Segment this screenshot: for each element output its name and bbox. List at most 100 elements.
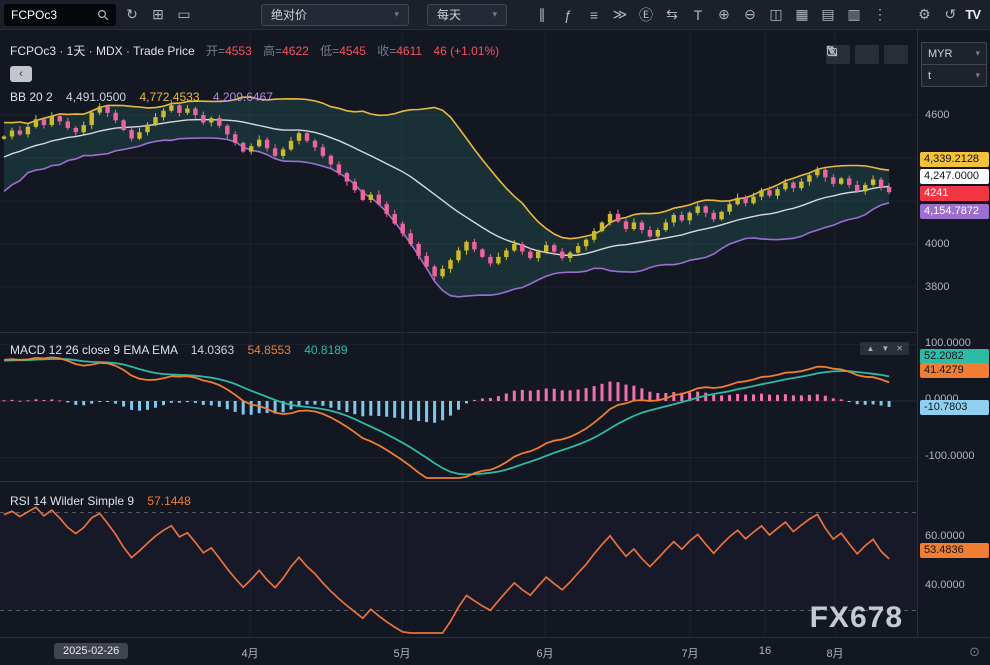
axis-tick: 4000 (925, 238, 949, 250)
chevron-down-icon: ▾ (394, 9, 399, 20)
unit-value: t (928, 70, 931, 82)
time-axis-tick: 7月 (681, 645, 698, 661)
macd-hist-value: 14.0363 (191, 343, 234, 357)
macd-line-value: 54.8553 (247, 343, 290, 357)
events-icon[interactable]: Ⓔ (633, 2, 659, 28)
price-label: 4,247.0000 (920, 169, 989, 184)
snapshot-icon[interactable]: ◫ (763, 2, 789, 28)
more-icon[interactable]: ⋮ (867, 2, 893, 28)
bb-title[interactable]: BB 20 2 (10, 90, 53, 104)
rsi-value-label: 53.4836 (920, 543, 989, 558)
low-label: 低= (320, 44, 339, 58)
axis-tick: 60.0000 (925, 530, 965, 542)
undo-icon[interactable]: ↺ (937, 2, 963, 28)
open-label: 开= (206, 44, 225, 58)
bb-basis-value: 4,491.0500 (66, 90, 126, 104)
interval-dropdown[interactable]: 每天 ▾ (427, 4, 507, 26)
zoom-in-icon[interactable]: ⊕ (711, 2, 737, 28)
rsi-pane: RSI 14 Wilder Simple 9 57.1448 FX678 (0, 481, 917, 637)
axis-tick: 40.0000 (925, 579, 965, 591)
macd-value-label: 52.2082 (920, 349, 989, 364)
pane-close-icon[interactable]: ✕ (896, 344, 903, 353)
interval-value: 每天 (437, 6, 461, 23)
price-label: 4,154.7872 (920, 204, 989, 219)
close-value: 4611 (396, 44, 422, 58)
close-label: 收= (377, 44, 396, 58)
zoom-out-icon[interactable]: ⊖ (737, 2, 763, 28)
trading-app: FCPOc3 ↻⊞▭ 绝对价 ▾ 每天 ▾ ∥ƒ≡≫Ⓔ⇆T⊕⊖◫▦▤▥⋮ ⚙↺ … (0, 0, 990, 665)
high-value: 4622 (282, 44, 309, 58)
main-chart-pane: FCPOc3 · 1天 · MDX · Trade Price 开=4553 高… (0, 30, 917, 332)
time-axis[interactable]: 2025-02-26 4月 5月 6月 7月 16 8月 ⊙ (0, 637, 990, 665)
rsi-legend: RSI 14 Wilder Simple 9 57.1448 (10, 494, 191, 508)
fx678-watermark: FX678 (810, 601, 903, 635)
add-symbol-icon[interactable]: ⊞ (145, 2, 171, 28)
layout-grid-icon[interactable]: ▦ (789, 2, 815, 28)
axis-tick: -100.0000 (925, 450, 975, 462)
time-axis-tick: 16 (759, 645, 771, 657)
currency-value: MYR (928, 48, 952, 60)
legend-symbol-title[interactable]: FCPOc3 · 1天 · MDX · Trade Price (10, 44, 195, 58)
currency-dropdown[interactable]: MYR ▾ (922, 43, 986, 64)
high-label: 高= (263, 44, 282, 58)
back-button[interactable]: ‹ (10, 66, 32, 82)
price-label: 4241 (920, 186, 989, 201)
toolbar-mid-icons: ∥ƒ≡≫Ⓔ⇆T⊕⊖◫▦▤▥⋮ (529, 2, 893, 28)
axis-tick: 4600 (925, 109, 949, 121)
time-axis-tick: 5月 (393, 645, 410, 661)
pane-controls: ▲ ▼ ✕ (860, 342, 909, 355)
chart-action-buttons (826, 45, 908, 64)
main-legend: FCPOc3 · 1天 · MDX · Trade Price 开=4553 高… (10, 42, 499, 59)
crosshair-date-label: 2025-02-26 (54, 643, 128, 659)
macd-title[interactable]: MACD 12 26 close 9 EMA EMA (10, 343, 177, 357)
axis-tick: 3800 (925, 281, 949, 293)
rsi-value: 57.1448 (147, 494, 190, 508)
chevron-down-icon: ▾ (492, 9, 497, 20)
price-mode-dropdown[interactable]: 绝对价 ▾ (261, 4, 409, 26)
low-value: 4545 (339, 44, 366, 58)
camera-icon (826, 45, 838, 57)
text-tool-icon[interactable]: T (685, 2, 711, 28)
bb-lower-value: 4,209.6467 (213, 90, 273, 104)
folder-icon[interactable]: ▭ (171, 2, 197, 28)
scale-unit-box: MYR ▾ t ▾ (921, 42, 987, 87)
pane-move-up-icon[interactable]: ▲ (866, 344, 874, 353)
fullscreen-button[interactable] (855, 45, 879, 64)
toolbar-right-icons: ⚙↺ TV (911, 2, 986, 28)
pane-move-down-icon[interactable]: ▼ (881, 344, 889, 353)
open-value: 4553 (225, 44, 252, 58)
macd-signal-value: 40.8189 (304, 343, 347, 357)
price-label: 4,339.2128 (920, 152, 989, 167)
candlestick-chart[interactable] (0, 30, 917, 332)
snapshot-button[interactable] (884, 45, 908, 64)
macd-value-label: 41.4279 (920, 363, 989, 378)
bb-legend: BB 20 2 4,491.0500 4,772.4533 4,209.6467 (10, 90, 273, 104)
macd-pane: MACD 12 26 close 9 EMA EMA 14.0363 54.85… (0, 332, 917, 481)
change-value: 46 (+1.01%) (433, 44, 499, 58)
time-axis-tick: 4月 (241, 645, 258, 661)
chart-style-icon[interactable]: ▥ (841, 2, 867, 28)
rsi-title[interactable]: RSI 14 Wilder Simple 9 (10, 494, 134, 508)
search-icon[interactable] (97, 9, 109, 21)
time-axis-tick: 8月 (826, 645, 843, 661)
candles-icon[interactable]: ∥ (529, 2, 555, 28)
layers-icon[interactable]: ≫ (607, 2, 633, 28)
symbol-text: FCPOc3 (11, 8, 57, 22)
unit-dropdown[interactable]: t ▾ (922, 64, 986, 86)
price-scale[interactable]: MYR ▾ t ▾ 460040003800100.00000.0000-100… (917, 30, 990, 637)
chevron-down-icon: ▾ (975, 70, 980, 81)
template-icon[interactable]: ≡ (581, 2, 607, 28)
symbol-search-input[interactable]: FCPOc3 (4, 4, 116, 26)
time-axis-tick: 6月 (536, 645, 553, 661)
save-layout-icon[interactable]: ▤ (815, 2, 841, 28)
top-toolbar: FCPOc3 ↻⊞▭ 绝对价 ▾ 每天 ▾ ∥ƒ≡≫Ⓔ⇆T⊕⊖◫▦▤▥⋮ ⚙↺ … (0, 0, 990, 30)
indicators-icon[interactable]: ƒ (555, 2, 581, 28)
clock-icon[interactable]: ⊙ (969, 644, 980, 660)
refresh-icon[interactable]: ↻ (119, 2, 145, 28)
price-mode-value: 绝对价 (271, 6, 307, 23)
chevron-down-icon: ▾ (975, 48, 980, 59)
compare-icon[interactable]: ⇆ (659, 2, 685, 28)
tradingview-logo[interactable]: TV (965, 7, 980, 22)
settings-icon[interactable]: ⚙ (911, 2, 937, 28)
bb-upper-value: 4,772.4533 (139, 90, 199, 104)
